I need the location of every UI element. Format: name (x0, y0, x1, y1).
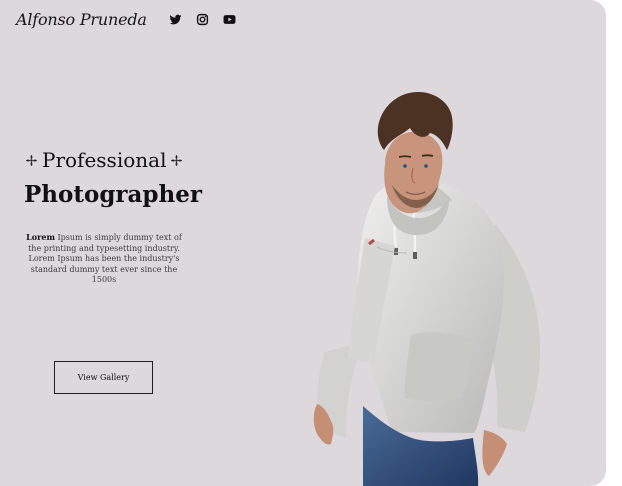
social-links (169, 13, 236, 26)
right-ornament-icon (169, 153, 184, 168)
youtube-icon[interactable] (223, 13, 236, 26)
photographer-photo (311, 82, 545, 486)
hero-title-row: Professional (24, 147, 194, 173)
hero-title-line-1: Professional (42, 148, 167, 172)
twitter-icon[interactable] (169, 13, 182, 26)
instagram-icon[interactable] (196, 13, 209, 26)
hero-title-line-2: Photographer (24, 181, 202, 208)
hero-intro-strong: Lorem (26, 232, 55, 242)
hero-copy: Professional Photographer (24, 147, 202, 209)
view-gallery-button[interactable]: View Gallery (54, 361, 153, 394)
site-header: Alfonso Pruneda (16, 10, 236, 29)
hero-page: Alfonso Pruneda Professional Photographe… (0, 0, 606, 486)
hero-intro: Lorem Ipsum is simply dummy text of the … (24, 232, 184, 286)
left-ornament-icon (24, 153, 39, 168)
site-logo[interactable]: Alfonso Pruneda (16, 10, 147, 29)
